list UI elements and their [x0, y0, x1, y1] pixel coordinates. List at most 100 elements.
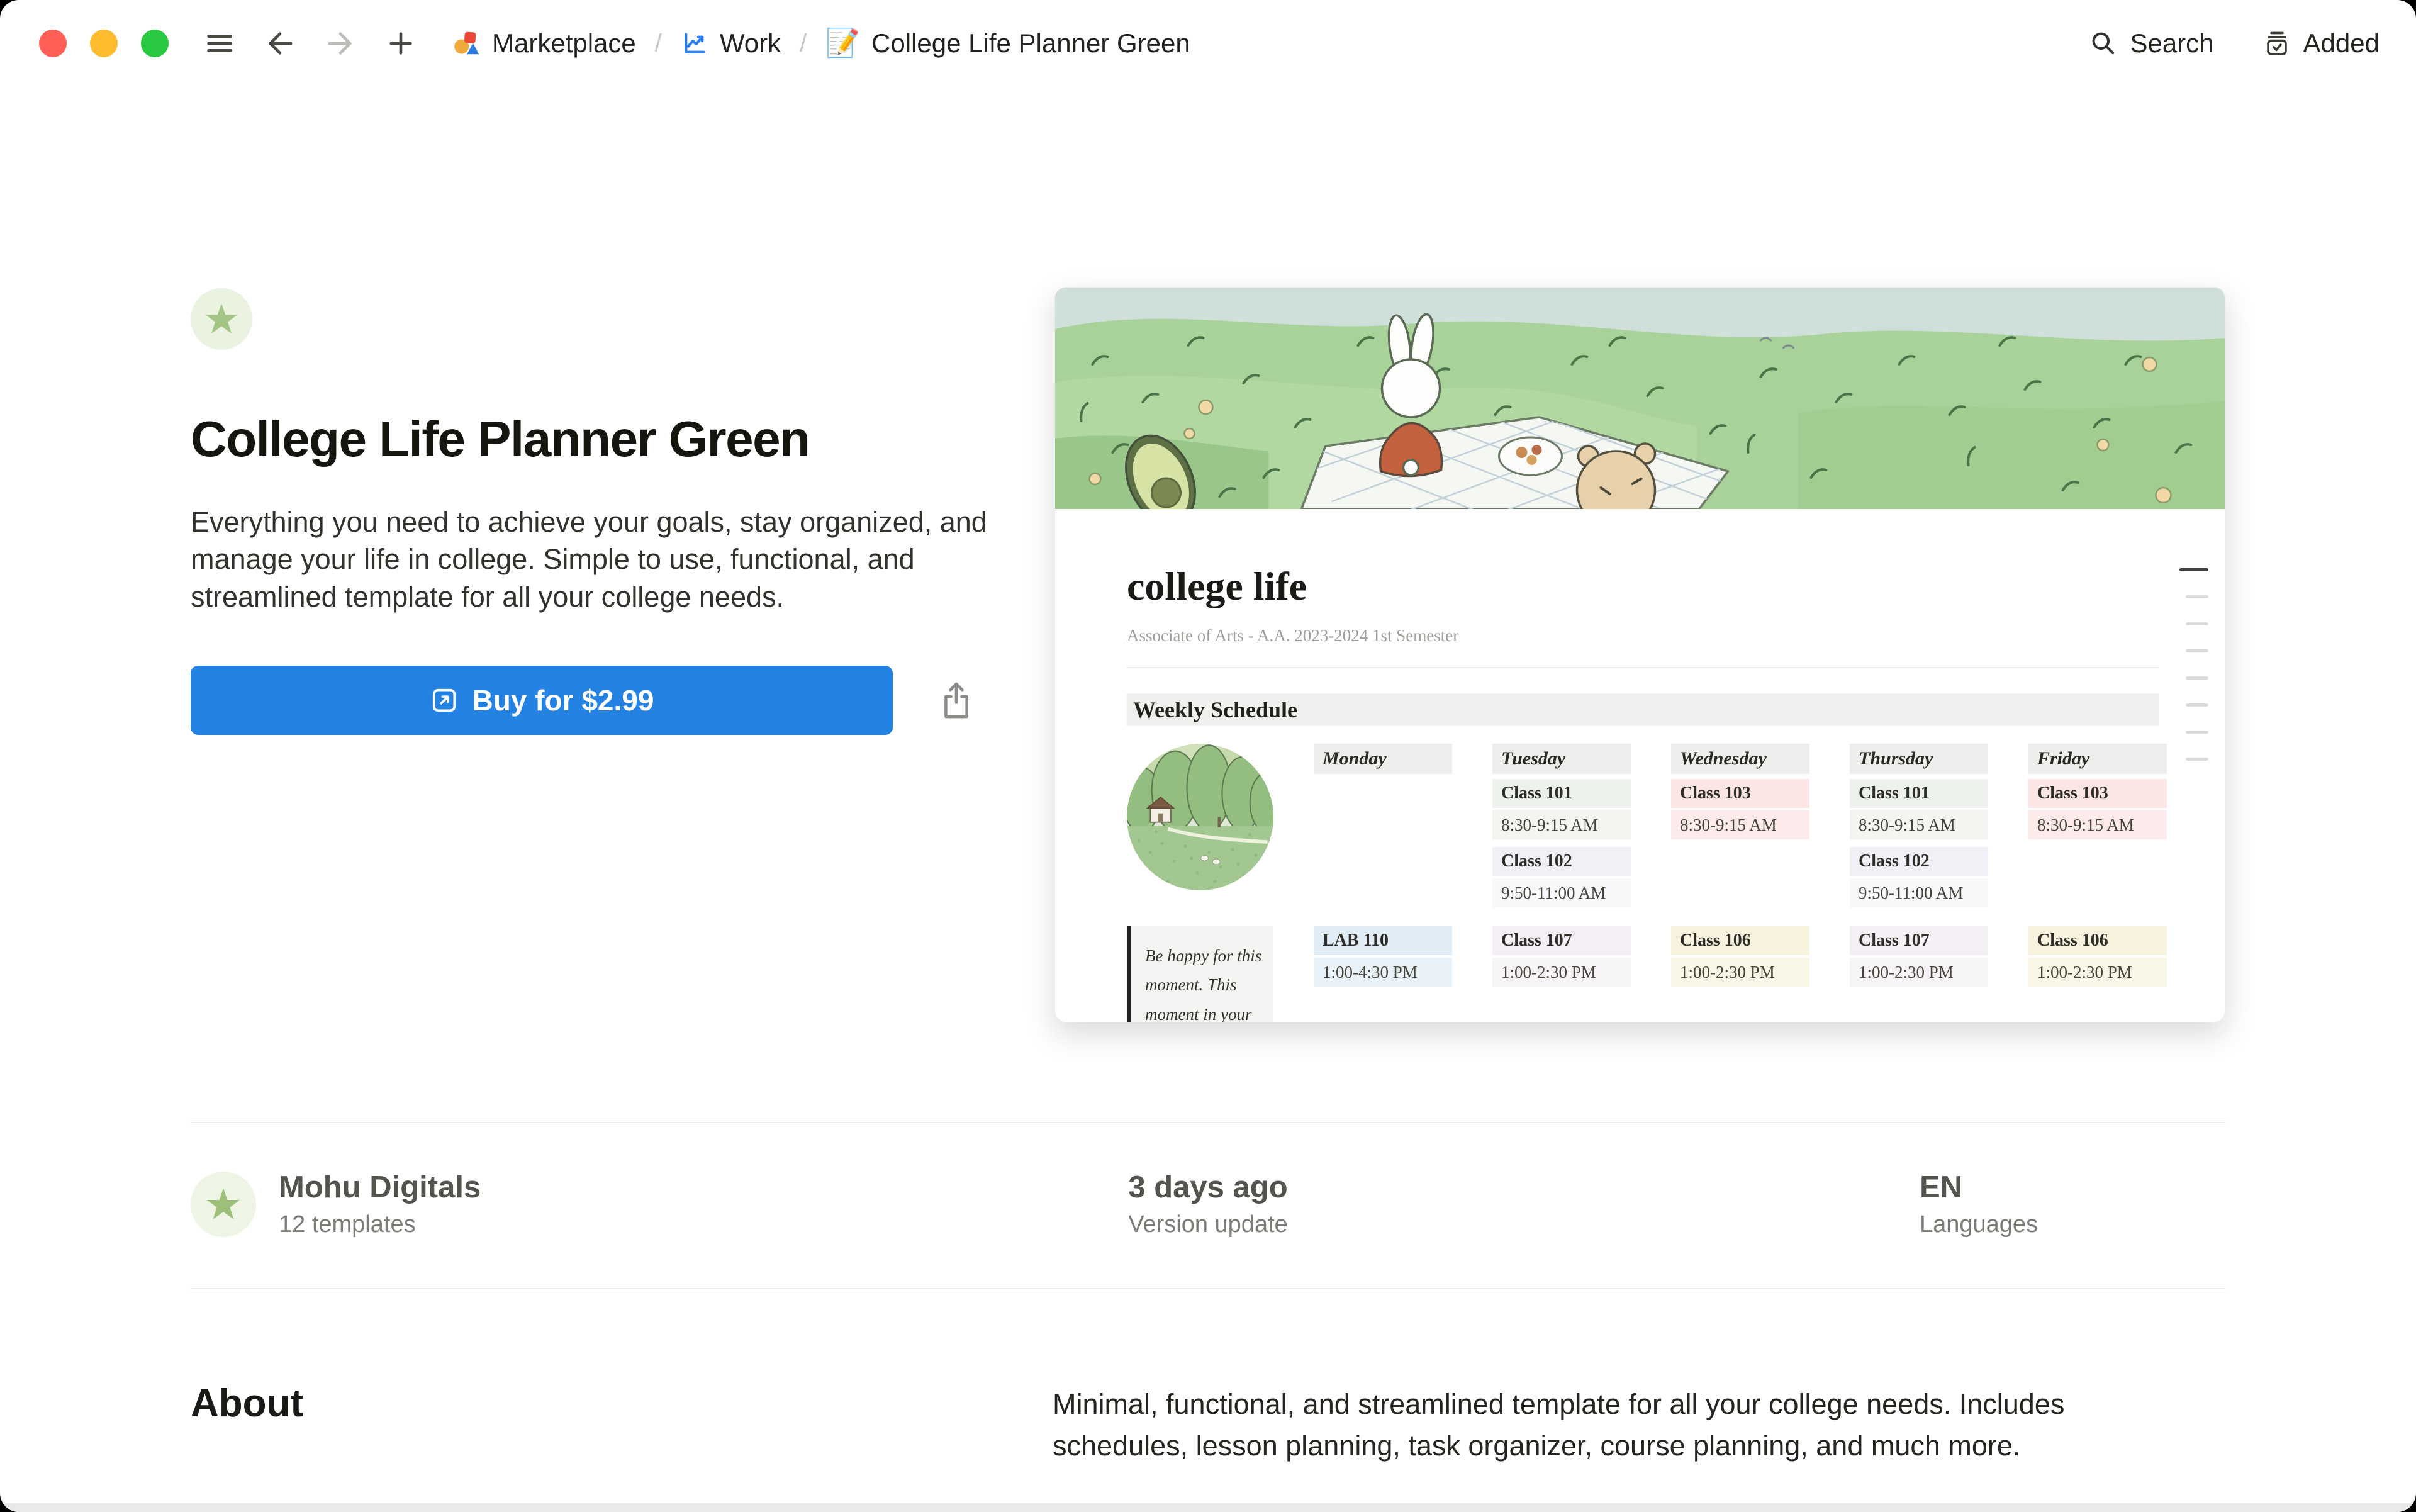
traffic-lights	[39, 30, 169, 57]
page-title: College Life Planner Green	[191, 410, 1054, 468]
forward-icon[interactable]	[326, 29, 355, 58]
class-cell: Class 106	[2028, 926, 2167, 955]
page-outline-indicator[interactable]	[2179, 568, 2208, 761]
titlebar: Marketplace / Work / 📝 College Life Plan…	[0, 0, 2416, 87]
search-icon	[2089, 30, 2117, 57]
breadcrumb-work[interactable]: Work	[681, 28, 781, 59]
about-text: Minimal, functional, and streamlined tem…	[1053, 1384, 2110, 1467]
breadcrumb: Marketplace / Work / 📝 College Life Plan…	[452, 28, 1190, 59]
day-header: Thursday	[1850, 744, 1988, 774]
close-window-button[interactable]	[39, 30, 67, 57]
class-cell: Class 102	[1850, 847, 1988, 876]
breadcrumb-label: Work	[720, 28, 781, 59]
share-button[interactable]	[938, 680, 975, 720]
search-label: Search	[2130, 28, 2213, 59]
minimize-window-button[interactable]	[90, 30, 118, 57]
outline-mark	[2186, 703, 2208, 707]
added-label: Added	[2303, 28, 2380, 59]
about-section: About Minimal, functional, and streamlin…	[191, 1289, 2225, 1467]
breadcrumb-marketplace[interactable]: Marketplace	[452, 28, 636, 59]
day-header: Monday	[1314, 744, 1452, 774]
added-button[interactable]: Added	[2263, 28, 2380, 59]
zoom-window-button[interactable]	[141, 30, 169, 57]
creator-template-count: 12 templates	[279, 1211, 481, 1238]
breadcrumb-label: Marketplace	[492, 28, 636, 59]
time-cell: 8:30-9:15 AM	[1671, 810, 1809, 839]
day-header: Tuesday	[1492, 744, 1631, 774]
day-column-friday: Friday Class 103 8:30-9:15 AM	[2028, 744, 2167, 910]
star-icon	[205, 1186, 242, 1223]
language-label: Languages	[1920, 1211, 2225, 1238]
divider	[1127, 667, 2159, 668]
about-heading: About	[191, 1381, 1053, 1467]
time-cell: 8:30-9:15 AM	[1492, 810, 1631, 839]
landscape-illustration	[1127, 744, 1273, 890]
outline-mark	[2186, 758, 2208, 761]
time-cell: 9:50-11:00 AM	[1850, 878, 1988, 907]
buy-button[interactable]: Buy for $2.99	[191, 666, 893, 735]
time-cell: 9:50-11:00 AM	[1492, 878, 1631, 907]
template-icon-badge	[191, 288, 252, 350]
outline-mark	[2186, 676, 2208, 680]
template-meta-row: Mohu Digitals 12 templates 3 days ago Ve…	[191, 1123, 2225, 1288]
outline-mark	[2186, 731, 2208, 734]
page-description: Everything you need to achieve your goal…	[191, 503, 1034, 615]
class-cell: Class 101	[1850, 779, 1988, 808]
day-column-wednesday: Wednesday Class 103 8:30-9:15 AM	[1671, 744, 1809, 910]
class-cell: Class 103	[2028, 779, 2167, 808]
template-preview-card: college life Associate of Arts - A.A. 20…	[1054, 287, 2225, 1022]
notebook-subtitle: Associate of Arts - A.A. 2023-2024 1st S…	[1127, 626, 2159, 646]
notebook-title: college life	[1127, 563, 2159, 610]
outline-mark	[2186, 595, 2208, 598]
added-box-check-icon	[2263, 30, 2291, 57]
last-updated: 3 days ago	[869, 1170, 1547, 1205]
star-icon	[204, 301, 239, 337]
class-cell: Class 103	[1671, 779, 1809, 808]
class-cell: Class 107	[1850, 926, 1988, 955]
back-icon[interactable]	[266, 29, 294, 58]
menu-icon[interactable]	[205, 29, 234, 58]
share-icon	[938, 680, 975, 720]
time-cell: 1:00-2:30 PM	[1492, 958, 1631, 987]
creator-avatar	[191, 1172, 256, 1237]
time-cell: 1:00-4:30 PM	[1314, 958, 1452, 987]
quote-block: Be happy for this moment. This moment in…	[1127, 926, 1273, 1022]
bottom-scrollbar-track[interactable]	[0, 1503, 2416, 1512]
class-cell: Class 101	[1492, 779, 1631, 808]
day-column-tuesday: Tuesday Class 101 8:30-9:15 AM Class 102…	[1492, 744, 1631, 910]
weekly-schedule-heading: Weekly Schedule	[1127, 693, 2159, 726]
buy-button-label: Buy for $2.99	[473, 683, 654, 717]
app-window: Marketplace / Work / 📝 College Life Plan…	[0, 0, 2416, 1512]
time-cell: 8:30-9:15 AM	[2028, 810, 2167, 839]
language-value: EN	[1920, 1170, 2225, 1205]
cover-illustration-picnic	[1055, 288, 2225, 509]
weekly-schedule-table: Monday Tuesday Class 101 8:30-9:15 AM Cl…	[1127, 744, 2159, 1022]
class-cell: LAB 110	[1314, 926, 1452, 955]
breadcrumb-label: College Life Planner Green	[871, 28, 1190, 59]
creator-name: Mohu Digitals	[279, 1170, 481, 1205]
breadcrumb-page[interactable]: 📝 College Life Planner Green	[825, 28, 1190, 59]
class-cell: Class 107	[1492, 926, 1631, 955]
outline-mark	[2179, 568, 2208, 571]
search-button[interactable]: Search	[2089, 28, 2213, 59]
breadcrumb-separator: /	[797, 30, 809, 58]
marketplace-icon	[452, 29, 481, 58]
day-column-thursday: Thursday Class 101 8:30-9:15 AM Class 10…	[1850, 744, 1988, 910]
time-cell: 1:00-2:30 PM	[1850, 958, 1988, 987]
external-link-icon	[430, 686, 459, 715]
outline-mark	[2186, 622, 2208, 625]
time-cell: 8:30-9:15 AM	[1850, 810, 1988, 839]
chart-increasing-icon	[681, 30, 708, 57]
creator-link[interactable]: Mohu Digitals 12 templates	[191, 1170, 869, 1238]
day-header: Wednesday	[1671, 744, 1809, 774]
time-cell: 1:00-2:30 PM	[2028, 958, 2167, 987]
class-cell: Class 106	[1671, 926, 1809, 955]
day-header: Friday	[2028, 744, 2167, 774]
time-cell: 1:00-2:30 PM	[1671, 958, 1809, 987]
breadcrumb-separator: /	[652, 30, 664, 58]
memo-emoji-icon: 📝	[825, 30, 860, 57]
new-tab-icon[interactable]	[386, 29, 415, 58]
class-cell: Class 102	[1492, 847, 1631, 876]
outline-mark	[2186, 649, 2208, 652]
last-updated-label: Version update	[869, 1211, 1547, 1238]
